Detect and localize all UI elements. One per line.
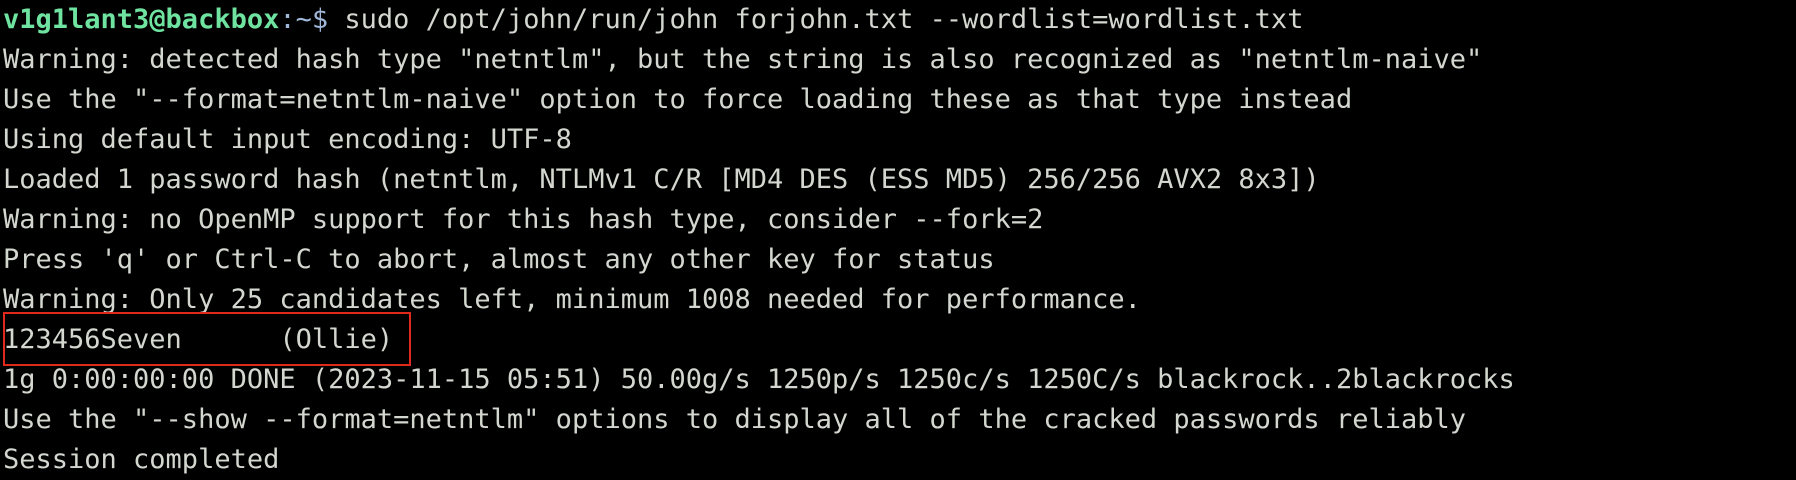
output-line: Session completed	[3, 444, 280, 475]
output-line: Warning: no OpenMP support for this hash…	[3, 204, 1044, 235]
command-line: v1g1lant3@backbox:~$ sudo /opt/john/run/…	[3, 0, 1796, 40]
output-line: Loaded 1 password hash (netntlm, NTLMv1 …	[3, 164, 1320, 195]
output-line: Using default input encoding: UTF-8	[3, 124, 572, 155]
output-line: Warning: detected hash type "netntlm", b…	[3, 44, 1483, 75]
prompt-user-host: v1g1lant3@backbox	[3, 4, 280, 35]
output-line: Use the "--format=netntlm-naive" option …	[3, 84, 1353, 115]
highlight-box	[3, 312, 411, 366]
prompt-path: :~$	[279, 4, 329, 35]
output-line: 1g 0:00:00:00 DONE (2023-11-15 05:51) 50…	[3, 364, 1515, 395]
output-line: Press 'q' or Ctrl-C to abort, almost any…	[3, 244, 995, 275]
terminal-output: v1g1lant3@backbox:~$ sudo /opt/john/run/…	[0, 0, 1796, 480]
command-text: sudo /opt/john/run/john forjohn.txt --wo…	[328, 4, 1304, 35]
output-line: Use the "--show --format=netntlm" option…	[3, 404, 1466, 435]
